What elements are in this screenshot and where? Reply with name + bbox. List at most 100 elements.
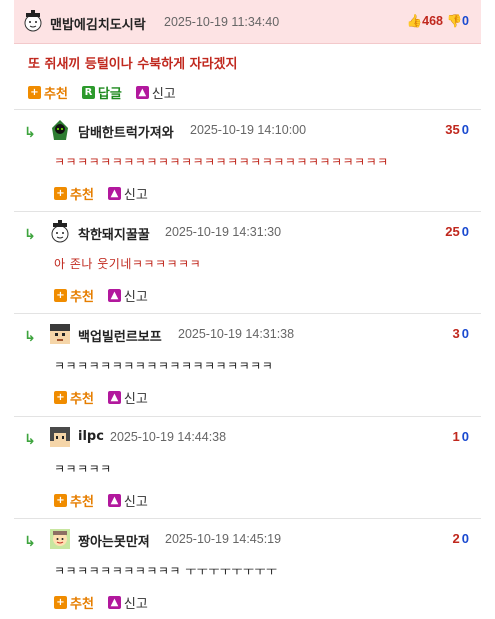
comment-date: 2025-10-19 14:31:38	[178, 327, 295, 341]
reply-arrow-icon: ↳	[24, 227, 36, 243]
recommend-label: 추천	[70, 290, 94, 305]
comment-actions: + 추천 ▲ 신고	[54, 388, 148, 407]
comment-actions: + 추천 ▲ 신고	[54, 593, 148, 612]
reply-label: 답글	[97, 87, 122, 102]
down-count[interactable]: 0	[462, 326, 469, 341]
up-count[interactable]: 35	[445, 122, 459, 137]
main-comment: 맨밥에김치도시락 2025-10-19 11:34:40 👍468 👎0 또 쥐…	[14, 0, 481, 102]
down-count[interactable]: 0	[462, 531, 469, 546]
avatar[interactable]	[48, 322, 72, 346]
down-count[interactable]: 0	[462, 14, 469, 28]
comment-date: 2025-10-19 14:44:38	[110, 430, 227, 444]
siren-icon: ▲	[107, 391, 121, 404]
vote-box: 👍468 👎0	[407, 14, 469, 29]
r-badge-icon: R	[81, 86, 95, 99]
reply-item: ↳ 백업빌런르보프 2025-10-19 14:31:38 30 ㅋㅋㅋㅋㅋㅋㅋ…	[14, 313, 481, 416]
plus-icon: +	[54, 187, 67, 200]
thumbs-up-icon[interactable]: 👍	[407, 14, 423, 28]
author-nick[interactable]: ilpc	[78, 429, 104, 444]
recommend-button[interactable]: + 추천	[54, 184, 94, 203]
comment-date: 2025-10-19 14:31:30	[165, 225, 282, 239]
comment-text: ㅋㅋㅋㅋㅋㅋㅋㅋㅋㅋㅋ ㅜㅜㅜㅜㅜㅜㅜㅜ	[54, 564, 278, 578]
recommend-label: 추천	[70, 597, 94, 612]
comment-actions: + 추천 ▲ 신고	[54, 184, 148, 203]
comment-actions: + 추천 R 답글 ▲ 신고	[28, 83, 176, 102]
vote-counts: 10	[453, 429, 469, 444]
siren-icon: ▲	[135, 86, 149, 99]
plus-icon: +	[54, 494, 67, 507]
reply-arrow-icon: ↳	[24, 125, 36, 141]
author-nick[interactable]: 짱아는못만져	[78, 531, 150, 550]
reply-item: ↳ 짱아는못만져 2025-10-19 14:45:19 20 ㅋㅋㅋㅋㅋㅋㅋㅋ…	[14, 518, 481, 619]
vote-counts: 30	[453, 326, 469, 341]
up-count[interactable]: 2	[453, 531, 460, 546]
vote-counts: 20	[453, 531, 469, 546]
comment-actions: + 추천 ▲ 신고	[54, 491, 148, 510]
avatar[interactable]	[48, 220, 72, 244]
main-comment-header: 맨밥에김치도시락 2025-10-19 11:34:40 👍468 👎0	[14, 0, 481, 44]
report-label: 신고	[123, 495, 148, 510]
down-count[interactable]: 0	[462, 429, 469, 444]
down-count[interactable]: 0	[462, 224, 469, 239]
comment-date: 2025-10-19 14:10:00	[190, 123, 307, 137]
report-button[interactable]: ▲ 신고	[107, 491, 148, 510]
reply-button[interactable]: R 답글	[81, 83, 122, 102]
author-nick[interactable]: 담배한트럭가져와	[78, 122, 174, 141]
report-label: 신고	[123, 392, 148, 407]
reply-item: ↳ ilpc 2025-10-19 14:44:38 10 ㅋㅋㅋㅋㅋ + 추천…	[14, 416, 481, 518]
siren-icon: ▲	[107, 187, 121, 200]
recommend-button[interactable]: + 추천	[54, 593, 94, 612]
recommend-label: 추천	[70, 495, 94, 510]
siren-icon: ▲	[107, 596, 121, 609]
report-label: 신고	[123, 290, 148, 305]
up-count[interactable]: 25	[445, 224, 459, 239]
report-button[interactable]: ▲ 신고	[135, 83, 176, 102]
siren-icon: ▲	[107, 289, 121, 302]
thumbs-down-icon[interactable]: 👎	[446, 14, 462, 28]
vote-counts: 35 0	[445, 122, 469, 137]
up-count[interactable]: 468	[422, 14, 443, 28]
comment-actions: + 추천 ▲ 신고	[54, 286, 148, 305]
avatar[interactable]	[22, 10, 44, 32]
author-nick[interactable]: 착한돼지꿀꿀	[78, 224, 150, 243]
recommend-label: 추천	[70, 392, 94, 407]
plus-icon: +	[54, 596, 67, 609]
author-nick[interactable]: 맨밥에김치도시락	[50, 14, 146, 33]
siren-icon: ▲	[107, 494, 121, 507]
recommend-button[interactable]: + 추천	[28, 83, 68, 102]
comment-text: ㅋㅋㅋㅋㅋㅋㅋㅋㅋㅋㅋㅋㅋㅋㅋㅋㅋㅋㅋ	[54, 359, 274, 373]
vote-counts: 25 0	[445, 224, 469, 239]
recommend-label: 추천	[70, 188, 94, 203]
comment-text: 아 존나 웃기네ㅋㅋㅋㅋㅋㅋ	[54, 257, 202, 271]
report-button[interactable]: ▲ 신고	[107, 184, 148, 203]
plus-icon: +	[28, 86, 41, 99]
reply-arrow-icon: ↳	[24, 432, 36, 448]
report-button[interactable]: ▲ 신고	[107, 593, 148, 612]
plus-icon: +	[54, 391, 67, 404]
recommend-label: 추천	[44, 87, 68, 102]
recommend-button[interactable]: + 추천	[54, 491, 94, 510]
reply-item: ↳ 담배한트럭가져와 2025-10-19 14:10:00 35 0 ㅋㅋㅋㅋㅋ…	[14, 109, 481, 211]
comment-date: 2025-10-19 11:34:40	[164, 15, 280, 29]
author-nick[interactable]: 백업빌런르보프	[78, 326, 162, 345]
comment-text: 또 쥐새끼 등털이나 수북하게 자라겠지	[28, 57, 238, 72]
reply-arrow-icon: ↳	[24, 534, 36, 550]
avatar[interactable]	[48, 425, 72, 449]
report-label: 신고	[123, 188, 148, 203]
down-count[interactable]: 0	[462, 122, 469, 137]
report-button[interactable]: ▲ 신고	[107, 286, 148, 305]
avatar[interactable]	[48, 118, 72, 142]
up-count[interactable]: 1	[453, 429, 460, 444]
report-label: 신고	[123, 597, 148, 612]
reply-item: ↳ 착한돼지꿀꿀 2025-10-19 14:31:30 25 0 아 존나 웃기…	[14, 211, 481, 313]
report-label: 신고	[151, 87, 176, 102]
comment-date: 2025-10-19 14:45:19	[165, 532, 282, 546]
plus-icon: +	[54, 289, 67, 302]
recommend-button[interactable]: + 추천	[54, 286, 94, 305]
comment-text: ㅋㅋㅋㅋㅋ	[54, 462, 112, 476]
up-count[interactable]: 3	[453, 326, 460, 341]
avatar[interactable]	[48, 527, 72, 551]
reply-arrow-icon: ↳	[24, 329, 36, 345]
report-button[interactable]: ▲ 신고	[107, 388, 148, 407]
recommend-button[interactable]: + 추천	[54, 388, 94, 407]
